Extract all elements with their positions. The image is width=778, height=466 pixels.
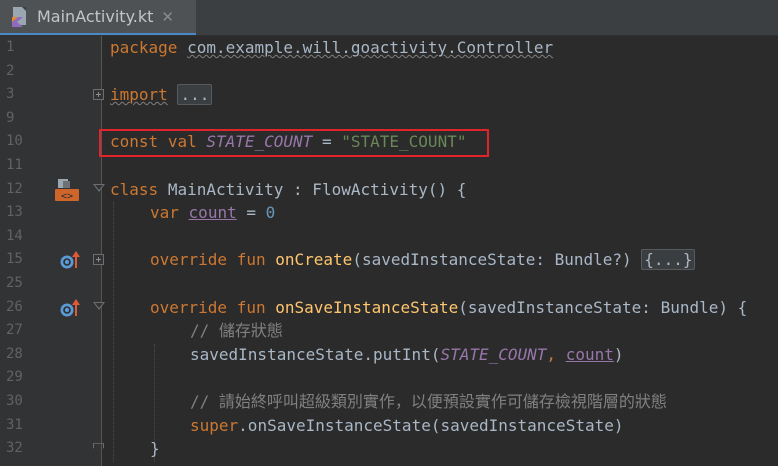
line-number: 1 <box>6 39 15 55</box>
close-icon[interactable]: ✕ <box>161 8 174 26</box>
line-number: 32 <box>6 440 23 457</box>
code-text: savedInstanceState.putInt(STATE_COUNT, c… <box>190 344 624 364</box>
fold-expand-icon[interactable] <box>93 254 104 266</box>
code-text: package com.example.will.goactivity.Cont… <box>110 38 554 57</box>
code-comment: // 請始終呼叫超級類別實作，以便預設實作可儲存檢視階層的狀態 <box>190 392 667 411</box>
code-line: 30 // 請始終呼叫超級類別實作，以便預設實作可儲存檢視階層的狀態 <box>0 390 778 414</box>
code-text: var count = 0 <box>150 203 276 223</box>
code-line: 2 <box>0 60 778 84</box>
line-number: 9 <box>6 109 15 126</box>
code-line: 13 var count = 0 <box>0 201 778 225</box>
code-line: 14 <box>0 225 778 249</box>
line-number: 29 <box>6 369 23 386</box>
line-number: 25 <box>6 275 23 291</box>
code-line: 9 <box>0 107 778 131</box>
fold-collapse-icon[interactable] <box>93 183 105 192</box>
code-text: override fun onCreate(savedInstanceState… <box>150 248 696 272</box>
line-number: 26 <box>6 298 23 315</box>
fold-collapse-icon[interactable] <box>93 301 105 310</box>
code-line: 26 override fun onSaveInstanceState(save… <box>0 296 778 320</box>
line-number: 12 <box>6 180 23 197</box>
override-method-icon[interactable] <box>58 298 82 318</box>
line-number: 14 <box>6 227 23 244</box>
code-line: 27 // 儲存狀態 <box>0 319 778 343</box>
android-activity-icon[interactable]: <> <box>54 178 80 202</box>
svg-text:<>: <> <box>61 191 73 202</box>
line-number: 15 <box>6 251 23 268</box>
code-line: 15 override fun onCreate(savedInstanceSt… <box>0 248 778 272</box>
code-text: import ... <box>110 83 213 107</box>
code-text: override fun onSaveInstanceState(savedIn… <box>150 297 748 317</box>
code-comment: // 儲存狀態 <box>190 321 283 341</box>
tab-title: MainActivity.kt <box>37 7 154 26</box>
fold-end-icon[interactable] <box>93 443 104 455</box>
code-line: 32 } <box>0 437 778 461</box>
line-number: 27 <box>6 322 23 339</box>
line-number: 28 <box>6 345 23 362</box>
tab-mainactivity[interactable]: MainActivity.kt ✕ <box>0 0 196 35</box>
code-editor[interactable]: 1 package com.example.will.goactivity.Co… <box>0 36 778 466</box>
kotlin-file-icon <box>12 6 26 27</box>
code-text: class MainActivity : FlowActivity() { <box>110 179 467 199</box>
folded-body[interactable]: {...} <box>641 249 696 271</box>
code-text: super.onSaveInstanceState(savedInstanceS… <box>190 415 624 435</box>
line-number: 13 <box>6 204 23 221</box>
code-line: 29 <box>0 366 778 390</box>
line-number: 11 <box>6 157 23 173</box>
code-line: 31 super.onSaveInstanceState(savedInstan… <box>0 414 778 438</box>
code-line: 3 import ... <box>0 83 778 107</box>
code-line: 1 package com.example.will.goactivity.Co… <box>0 36 778 60</box>
line-number: 31 <box>6 416 23 433</box>
code-line: 12 <> class MainActivity : FlowActivity(… <box>0 178 778 202</box>
editor-tab-bar: MainActivity.kt ✕ <box>0 0 778 36</box>
line-number: 2 <box>6 62 15 79</box>
highlight-box <box>99 129 489 157</box>
code-line: 11 <box>0 154 778 178</box>
override-method-icon[interactable] <box>58 250 82 270</box>
code-line: 25 <box>0 272 778 296</box>
fold-expand-icon[interactable] <box>93 89 104 101</box>
line-number: 3 <box>6 86 15 103</box>
package-name: com.example.will.goactivity.Controller <box>187 38 554 57</box>
code-text: } <box>150 439 160 459</box>
line-number: 10 <box>6 133 23 150</box>
code-line: 28 savedInstanceState.putInt(STATE_COUNT… <box>0 343 778 367</box>
line-number: 30 <box>6 393 23 409</box>
folded-imports[interactable]: ... <box>177 84 213 106</box>
